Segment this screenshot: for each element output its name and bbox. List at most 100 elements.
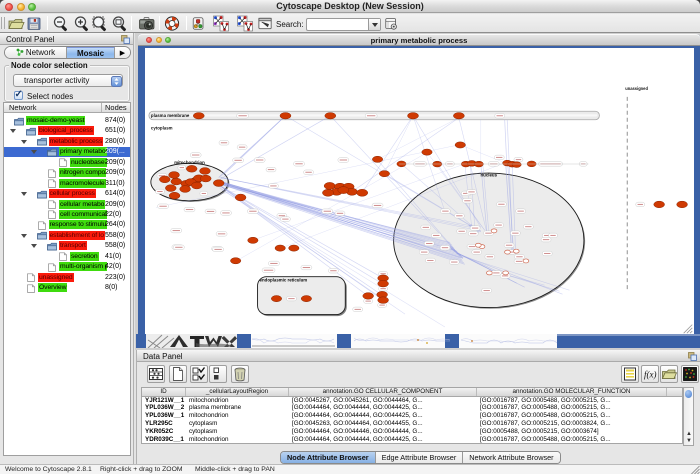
tree-row-cellular-metabo[interactable]: cellular metabo209(0) — [4, 199, 130, 209]
tree-label[interactable]: response to stimulu — [49, 220, 108, 229]
network-frame-titlebar[interactable]: primary metabolic process — [138, 34, 700, 46]
folder-icon — [37, 231, 47, 240]
table-col-header[interactable]: annotation.GO MOLECULAR_FUNCTION — [477, 388, 667, 396]
help-lifesaver-icon[interactable] — [164, 15, 181, 32]
tree-label[interactable]: cellular process — [49, 189, 96, 198]
scroll-up-arrow[interactable]: ▲ — [686, 431, 693, 438]
tree-row-nucleobase-[interactable]: nucleobase-209(0) — [4, 157, 130, 167]
formula-builder-button[interactable]: f(x) — [641, 365, 659, 383]
tree-expander-icon[interactable] — [21, 234, 27, 241]
tree-label[interactable]: nitrogen compo — [59, 168, 106, 177]
annotation-editor-icon[interactable] — [257, 15, 274, 32]
tree-expander-icon[interactable] — [21, 192, 27, 199]
tree-label[interactable]: multi-organism pro — [59, 262, 107, 271]
network-canvas[interactable]: cytoplasmunassignedplasma membranemitoch… — [145, 48, 694, 334]
matrix-view-button[interactable] — [681, 365, 699, 383]
tree-label[interactable]: transport — [59, 241, 87, 250]
browser-tab-network[interactable]: Network Attribute Browser — [463, 452, 559, 463]
tree-row-unassigned[interactable]: unassigned223(0) — [4, 272, 130, 282]
attribute-panel-button[interactable] — [147, 365, 165, 383]
browser-tab-node[interactable]: Node Attribute Browser — [281, 452, 376, 463]
tab-network[interactable]: Network — [5, 47, 67, 58]
table-row[interactable]: YDR039C__1mitochondrion[GO:0044464, GO:0… — [142, 436, 682, 444]
tree-row-metabolic-process[interactable]: metabolic process280(0) — [4, 136, 130, 146]
tree-label[interactable]: unassigned — [38, 273, 74, 282]
attribute-mode-button[interactable] — [209, 365, 227, 383]
table-col-header[interactable]: ID — [142, 388, 186, 396]
tree-row-cell-communicat[interactable]: cell communicat22(0) — [4, 209, 130, 219]
table-scrollbar-thumb[interactable] — [685, 390, 692, 398]
new-attribute-button[interactable] — [169, 365, 187, 383]
tree-row-mosaic-demo-yeast[interactable]: mosaic-demo-yeast874(0) — [4, 116, 130, 126]
tree-label[interactable]: primary metabol — [59, 147, 107, 156]
tree-expander-icon[interactable] — [10, 129, 16, 136]
tree-label[interactable]: mosaic-demo-yeast — [26, 116, 85, 125]
zoom-fit-icon[interactable] — [91, 15, 109, 32]
table-row[interactable]: YJR121W__1mitochondrion[GO:0045267, GO:0… — [142, 397, 682, 405]
tree-label[interactable]: metabolic process — [49, 137, 104, 146]
open-attributes-button[interactable] — [660, 365, 678, 383]
zoom-selected-icon[interactable] — [111, 15, 129, 32]
tree-label[interactable]: cell communicat — [59, 210, 107, 219]
network-view-frame[interactable]: primary metabolic process cytoplasmunass… — [138, 34, 700, 347]
tree-row-biological-process[interactable]: biological_process 651(0) — [4, 126, 130, 136]
toolbar-drag-handle[interactable] — [1, 17, 5, 29]
table-row[interactable]: YLR295Ccytoplasm[GO:0045263, GO:0044464,… — [142, 420, 682, 428]
zoom-in-icon[interactable] — [73, 15, 91, 32]
import-attributes-file-button[interactable] — [621, 365, 639, 383]
tree-row-establishment-of-lo[interactable]: establishment of lo558(0) — [4, 230, 130, 240]
tree-expander-icon[interactable] — [31, 244, 37, 251]
tree-label[interactable]: cellular metabo — [59, 200, 105, 209]
float-datapanel-icon[interactable] — [688, 352, 697, 361]
tree-row-nitrogen-compo[interactable]: nitrogen compo209(0) — [4, 168, 130, 178]
tab-mosaic[interactable]: Mosaic — [67, 47, 115, 58]
tree-row-secretion[interactable]: secretion41(0) — [4, 251, 130, 261]
search-options-icon[interactable] — [384, 15, 400, 32]
snapshot-camera-icon[interactable] — [137, 15, 156, 32]
table-row[interactable]: YKR052Ccytoplasm[GO:0044464, GO:0044446,… — [142, 428, 682, 436]
import-network-alt-icon[interactable] — [236, 15, 254, 32]
tree-row-cellular-process[interactable]: cellular process614(0) — [4, 189, 130, 199]
tree-row-multi-organism-pro[interactable]: multi-organism pro42(0) — [4, 262, 130, 272]
tree-label[interactable]: Overview — [38, 283, 67, 292]
table-col-header[interactable]: annotation.GO CELLULAR_COMPONENT — [289, 388, 477, 396]
tree-row-macromolecule[interactable]: macromolecule311(0) — [4, 178, 130, 188]
tree-row-response-to-stimulu[interactable]: response to stimulu264(0) — [4, 220, 130, 230]
attribute-table[interactable]: ID_cellularLayoutRegionannotation.GO CEL… — [141, 387, 683, 444]
select-attributes-button[interactable] — [190, 365, 208, 383]
search-input[interactable] — [306, 18, 381, 31]
scroll-down-arrow[interactable]: ▼ — [686, 438, 693, 445]
vizmapper-icon[interactable] — [191, 15, 207, 32]
table-col-header[interactable]: _cellularLayoutRegion — [186, 388, 289, 396]
delete-attribute-button[interactable] — [231, 365, 249, 383]
table-scrollbar[interactable]: ▲ ▼ — [683, 387, 694, 446]
select-nodes-checkbox[interactable]: ✓ — [14, 91, 23, 100]
tree-label[interactable]: nucleobase- — [70, 158, 107, 167]
table-row[interactable]: YPL036W__1mitochondrion[GO:0044464, GO:0… — [142, 412, 682, 420]
window-titlebar[interactable]: Cytoscape Desktop (New Session) — [0, 0, 700, 13]
tree-nodes-count: 651(0) — [105, 127, 125, 134]
tree-label[interactable]: secretion — [70, 252, 99, 261]
background-windows-strip — [136, 334, 700, 348]
import-network-icon[interactable] — [212, 15, 230, 32]
tree-row-primary-metabol[interactable]: primary metabol209(... — [4, 147, 130, 157]
browser-tab-edge[interactable]: Edge Attribute Browser — [376, 452, 464, 463]
search-dropdown-arrow[interactable] — [368, 19, 380, 30]
tree-label[interactable]: establishment of lo — [49, 231, 105, 240]
tree-expander-icon[interactable] — [21, 140, 27, 147]
frame-resize-grip[interactable] — [684, 325, 693, 334]
tree-label[interactable]: macromolecule — [59, 179, 106, 188]
tree-row-overview[interactable]: Overview8(0) — [4, 283, 130, 293]
window-resize-grip[interactable] — [689, 464, 700, 474]
float-panel-icon[interactable] — [121, 35, 130, 44]
table-cell: [GO:0044464, GO:0044446, GO:0044444, G..… — [289, 428, 477, 436]
node-color-dropdown[interactable]: transporter activity — [13, 74, 123, 87]
tree-expander-icon[interactable] — [31, 150, 37, 157]
tree-label[interactable]: biological_process — [38, 126, 94, 135]
save-icon[interactable] — [25, 15, 43, 32]
table-row[interactable]: YPL036W__2plasma membrane[GO:0044464, GO… — [142, 404, 682, 412]
open-folder-icon[interactable] — [7, 15, 25, 32]
tree-row-transport[interactable]: transport558(0) — [4, 241, 130, 251]
zoom-out-icon[interactable] — [52, 15, 70, 32]
tabs-overflow-arrow[interactable]: ▶ — [115, 47, 130, 58]
